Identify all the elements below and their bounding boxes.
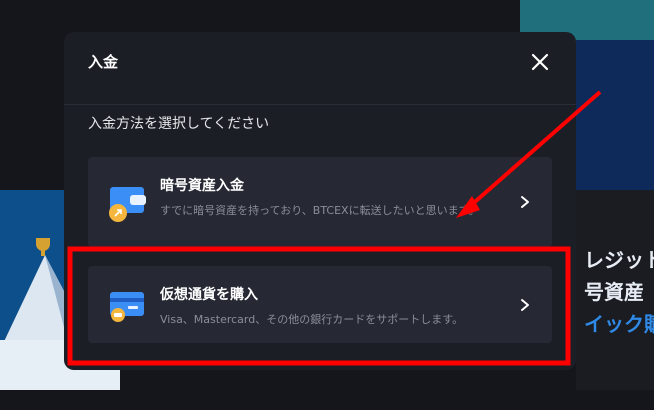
background-text-3: イック購: [584, 312, 654, 336]
deposit-modal: 入金 入金方法を選択してください 暗号資産入金 すでに暗号資産を持っており、BT…: [64, 32, 576, 370]
option-crypto-deposit[interactable]: 暗号資産入金 すでに暗号資産を持っており、BTCEXに転送したいと思います。: [88, 157, 552, 247]
background-text-2: 号資産: [584, 280, 644, 304]
chevron-right-icon: [521, 196, 529, 208]
option-buy-crypto[interactable]: 仮想通貨を購入 Visa、Mastercard、その他の銀行カードをサポートしま…: [88, 266, 552, 343]
option-title: 仮想通貨を購入: [160, 287, 258, 303]
close-icon[interactable]: [527, 49, 553, 75]
chevron-right-icon: [521, 299, 529, 311]
divider: [64, 104, 576, 105]
modal-title: 入金: [88, 53, 119, 71]
trophy-icon: [36, 238, 50, 256]
wallet-icon: [109, 187, 146, 222]
option-description: すでに暗号資産を持っており、BTCEXに転送したいと思います。: [160, 204, 480, 217]
option-description: Visa、Mastercard、その他の銀行カードをサポートします。: [160, 313, 464, 326]
option-title: 暗号資産入金: [160, 178, 244, 194]
background-text-1: レジット: [584, 248, 654, 272]
modal-subtitle: 入金方法を選択してください: [88, 116, 270, 132]
credit-card-icon: [110, 292, 144, 322]
